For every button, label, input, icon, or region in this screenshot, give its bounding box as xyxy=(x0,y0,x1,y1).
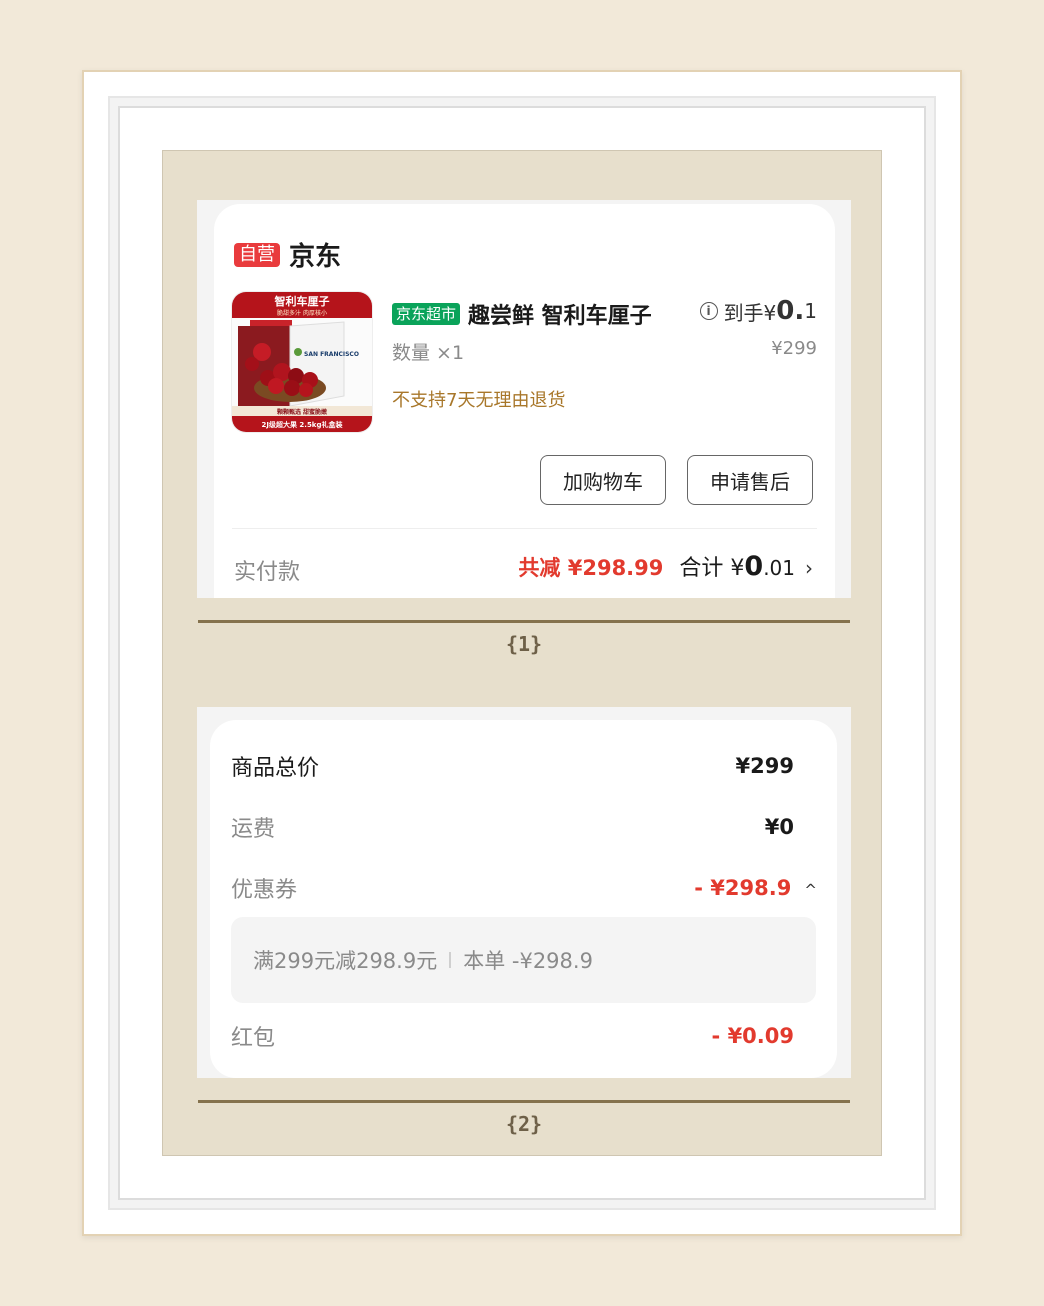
row-value: - ¥0.09 xyxy=(711,1024,794,1048)
coupon-value-group[interactable]: - ¥298.9 ^ xyxy=(694,876,817,900)
caption-rule-1 xyxy=(198,620,850,623)
total-small: .01 xyxy=(763,556,795,580)
cherry-box-illustration: 智利车厘子 脆甜多汁 肉厚核小 SAN FRANCISCO 颗颗甄选 甜蜜脆嫩 xyxy=(232,292,372,432)
self-operated-badge: 自营 xyxy=(234,242,280,267)
total-label: 合计 ¥ xyxy=(679,556,745,581)
image-brand: SAN FRANCISCO xyxy=(304,351,359,358)
coupon-detail: 满299元减298.9元 本单 -¥298.9 xyxy=(231,917,816,1003)
after-sale-button[interactable]: 申请售后 xyxy=(687,455,813,505)
image-bottom-line1: 颗颗甄选 甜蜜脆嫩 xyxy=(277,408,328,416)
product-title-row[interactable]: 京东超市 趣尝鲜 智利车厘子 xyxy=(392,298,672,330)
received-price-big: 0. xyxy=(776,296,805,326)
received-price[interactable]: i 到手¥ 0. 1 xyxy=(699,296,817,326)
image-top-title: 智利车厘子 xyxy=(275,294,330,308)
row-label: 商品总价 xyxy=(231,756,320,781)
product-title[interactable]: 趣尝鲜 智利车厘子 xyxy=(468,298,652,330)
price-detail-card: 商品总价 ¥299 运费 ¥0 优惠券 - ¥298.9 ^ 满299元减298… xyxy=(210,720,837,1078)
row-label: 优惠券 xyxy=(231,878,298,903)
row-label: 红包 xyxy=(231,1026,276,1051)
row-label: 运费 xyxy=(231,817,276,842)
order-card: 自营 京东 智利车厘子 脆甜多汁 肉厚核小 SAN FRANCISCO 颗颗甄选… xyxy=(214,204,835,598)
image-top-sub: 脆甜多汁 肉厚核小 xyxy=(277,309,327,317)
price-row-total: 商品总价 ¥299 xyxy=(231,750,794,782)
divider xyxy=(232,528,817,529)
add-to-cart-button[interactable]: 加购物车 xyxy=(540,455,666,505)
order-screenshot-2: 商品总价 ¥299 运费 ¥0 优惠券 - ¥298.9 ^ 满299元减298… xyxy=(197,707,851,1078)
total-reduction: 共减 ¥298.99 xyxy=(518,556,664,580)
chevron-right-icon[interactable]: › xyxy=(805,556,813,580)
received-price-label: 到手¥ xyxy=(723,300,777,325)
coupon-this-order: 本单 -¥298.9 xyxy=(463,949,593,973)
price-row-shipping: 运费 ¥0 xyxy=(231,811,794,843)
price-row-red-packet: 红包 - ¥0.09 xyxy=(231,1020,794,1052)
caption-rule-2 xyxy=(198,1100,850,1103)
row-value: ¥0 xyxy=(764,815,794,839)
price-row-coupon[interactable]: 优惠券 - ¥298.9 ^ xyxy=(231,872,817,904)
row-value: ¥299 xyxy=(735,754,794,778)
original-price: ¥299 xyxy=(771,338,817,359)
shop-header[interactable]: 自营 京东 xyxy=(234,236,341,273)
quantity: 数量 ×1 xyxy=(392,342,465,364)
separator xyxy=(449,952,452,968)
coupon-rule: 满299元减298.9元 xyxy=(253,949,438,973)
shop-name[interactable]: 京东 xyxy=(289,236,341,273)
caption-2: {2} xyxy=(505,1112,543,1136)
no-return-policy: 不支持7天无理由退货 xyxy=(392,390,566,411)
product-image[interactable]: 智利车厘子 脆甜多汁 肉厚核小 SAN FRANCISCO 颗颗甄选 甜蜜脆嫩 xyxy=(232,292,372,432)
row-value: - ¥298.9 xyxy=(694,876,792,900)
caption-1: {1} xyxy=(505,632,543,656)
received-price-small: 1 xyxy=(804,299,817,323)
image-bottom-line2: 2J级超大果 2.5kg礼盒装 xyxy=(262,420,343,429)
order-screenshot-1: 自营 京东 智利车厘子 脆甜多汁 肉厚核小 SAN FRANCISCO 颗颗甄选… xyxy=(197,200,851,598)
chevron-up-icon[interactable]: ^ xyxy=(804,881,817,899)
paid-label: 实付款 xyxy=(234,560,301,585)
paid-summary[interactable]: 共减 ¥298.99 合计 ¥ 0 .01 › xyxy=(518,550,813,582)
info-icon[interactable]: i xyxy=(699,302,718,320)
jd-supermarket-badge: 京东超市 xyxy=(392,303,461,325)
total-big: 0 xyxy=(744,551,764,582)
